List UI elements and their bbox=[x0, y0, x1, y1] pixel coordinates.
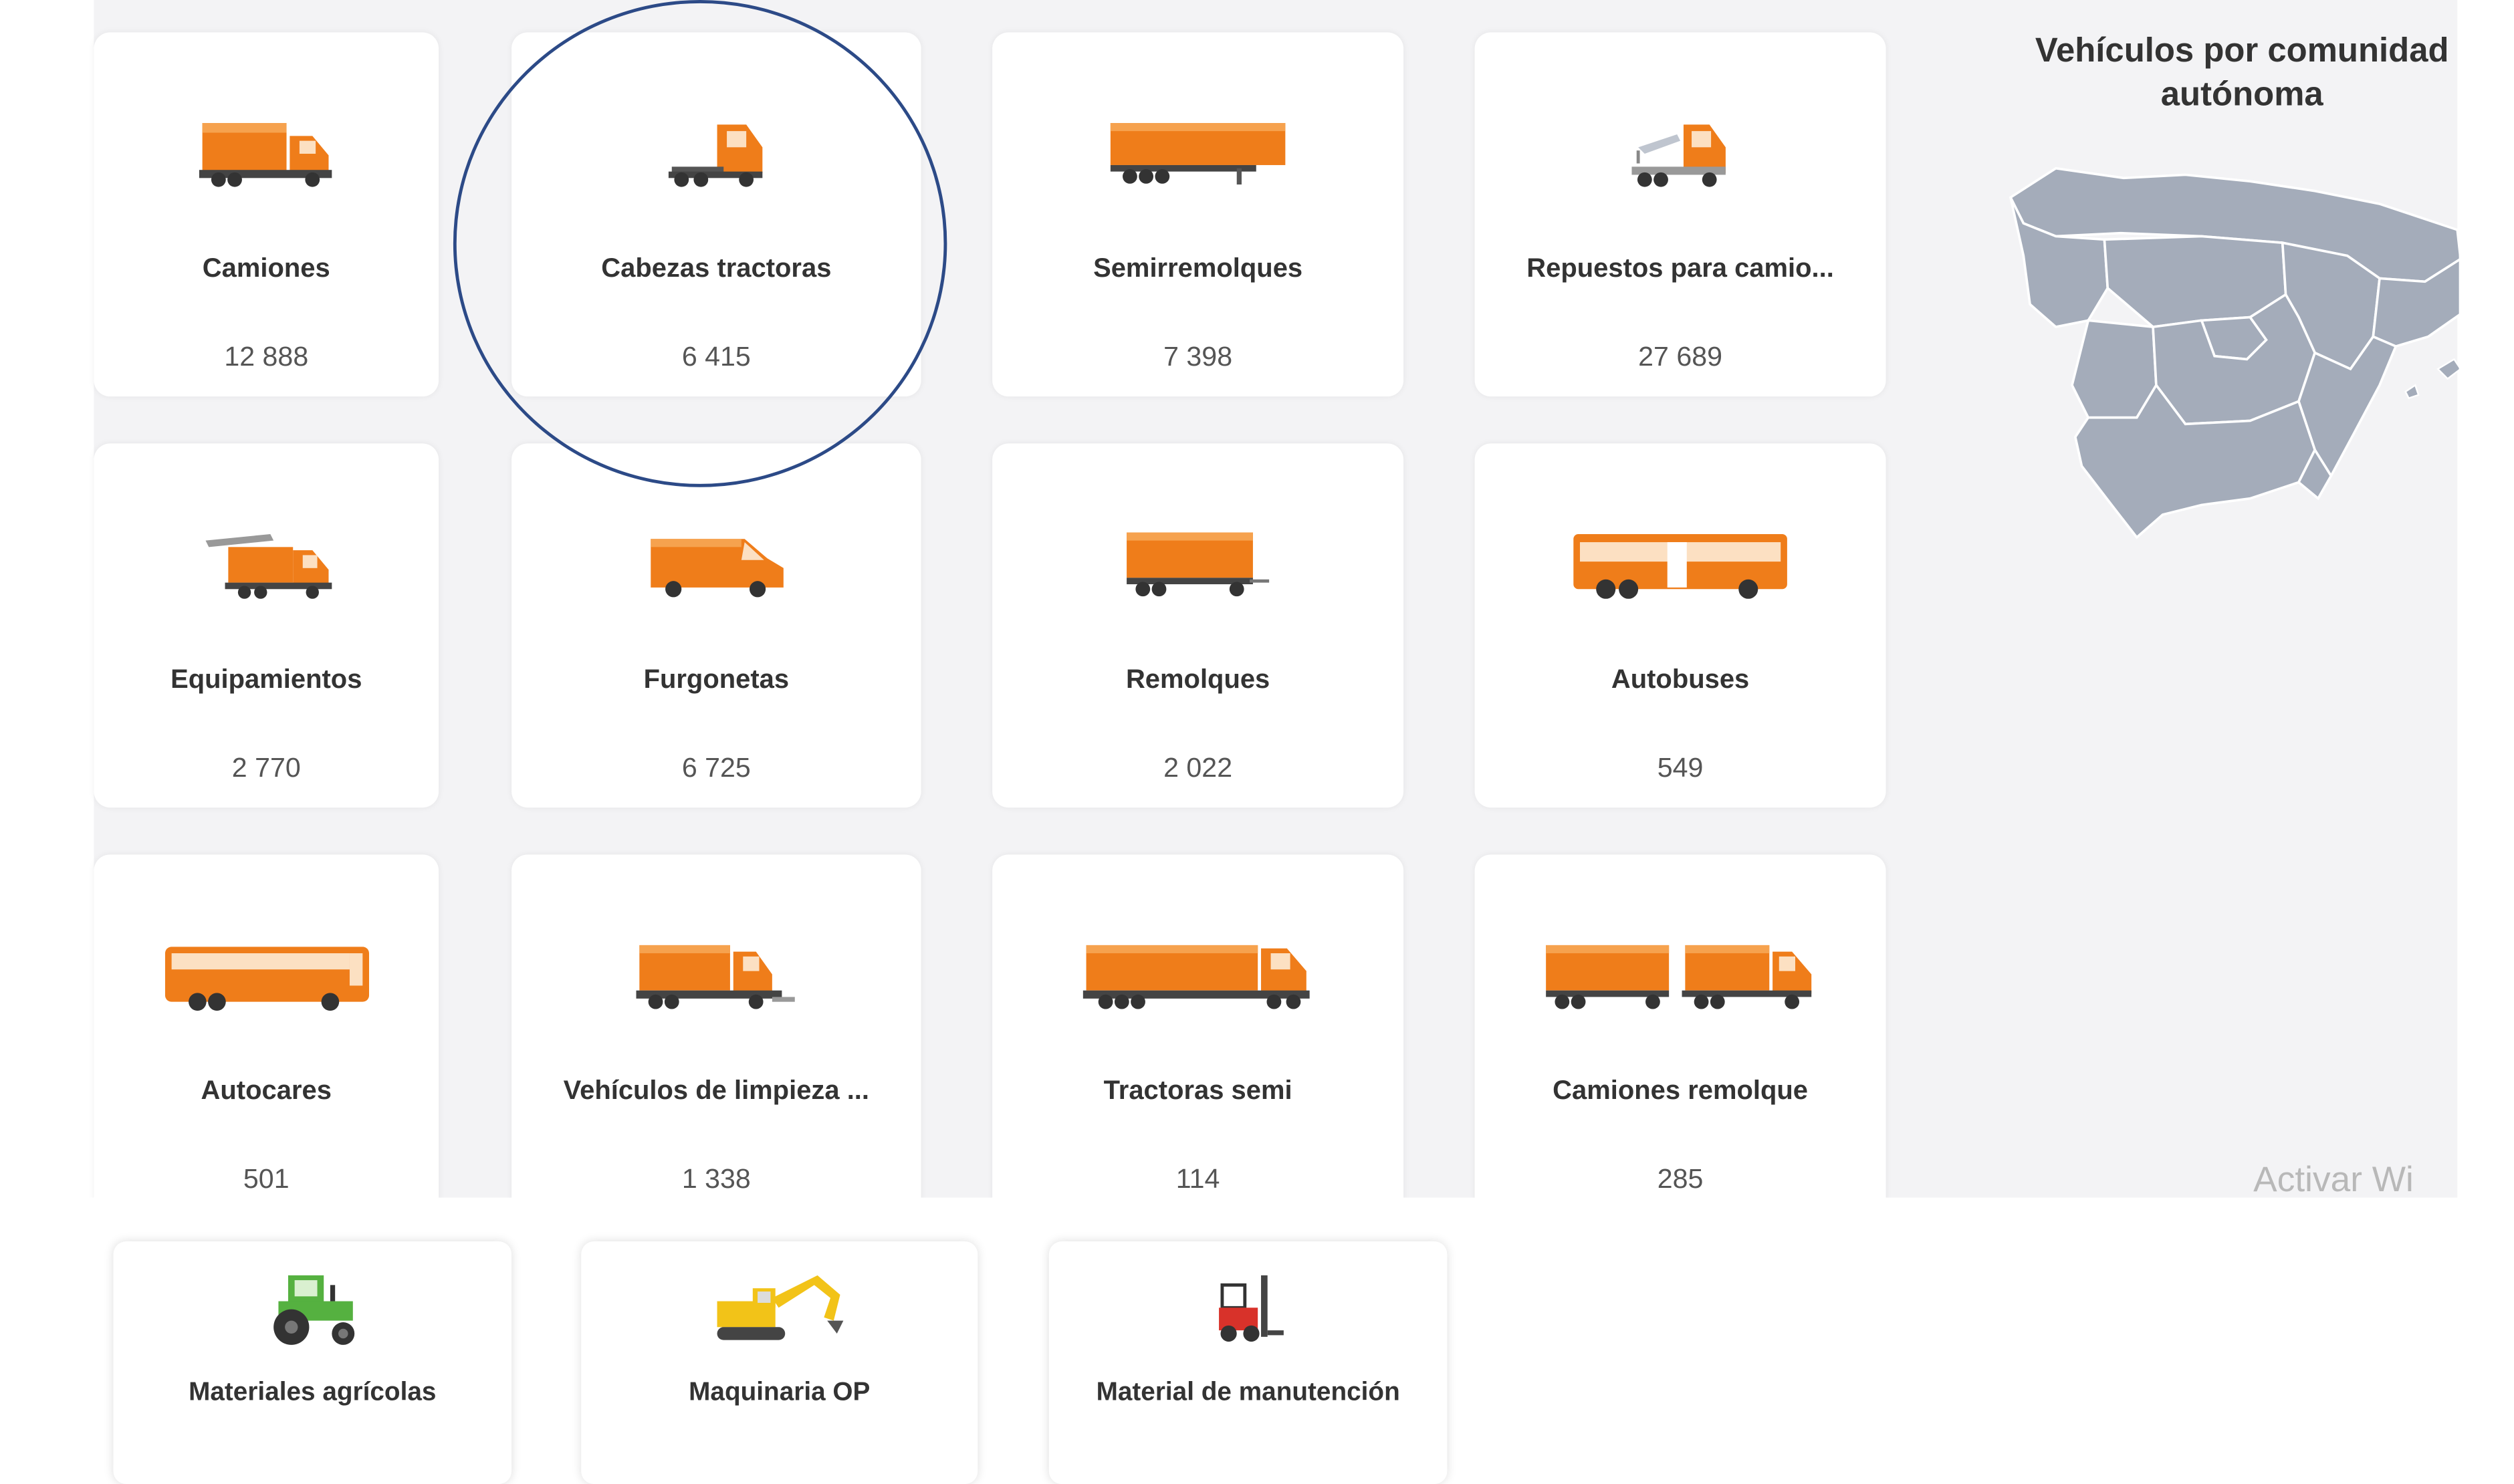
windows-activation-watermark: Activar Wi bbox=[2253, 1158, 2414, 1200]
category-label: Vehículos de limpieza ... bbox=[563, 1076, 870, 1106]
category-card-cabezas-tractoras[interactable]: Cabezas tractoras 6 415 bbox=[511, 32, 921, 397]
category-count: 549 bbox=[1657, 752, 1704, 783]
forklift-icon bbox=[1049, 1261, 1448, 1358]
van-icon bbox=[511, 508, 921, 621]
category-count: 27 689 bbox=[1638, 341, 1723, 372]
bus-icon bbox=[1475, 508, 1886, 621]
trailer-icon bbox=[992, 508, 1403, 621]
category-label: Cabezas tractoras bbox=[601, 254, 832, 283]
category-card-semirremolques[interactable]: Semirremolques 7 398 bbox=[992, 32, 1404, 397]
map-region-extremadura[interactable] bbox=[2071, 319, 2158, 419]
truck-icon bbox=[94, 97, 439, 210]
excavator-icon bbox=[581, 1261, 978, 1358]
category-label: Material de manutención bbox=[1096, 1378, 1400, 1406]
category-card-autocares[interactable]: Autocares 501 bbox=[94, 854, 439, 1219]
tractor-head-icon bbox=[511, 97, 921, 210]
category-label: Remolques bbox=[1125, 665, 1270, 695]
semitrailer-icon bbox=[992, 97, 1403, 210]
category-card-furgonetas[interactable]: Furgonetas 6 725 bbox=[511, 443, 921, 808]
spain-map bbox=[2007, 158, 2477, 547]
category-card-maquinaria-op[interactable]: Maquinaria OP bbox=[581, 1241, 978, 1484]
category-count: 2 770 bbox=[231, 752, 301, 783]
category-count: 6 725 bbox=[681, 752, 751, 783]
category-card-autobuses[interactable]: Autobuses 549 bbox=[1474, 443, 1886, 808]
tractor-icon bbox=[113, 1261, 511, 1358]
category-card-camiones[interactable]: Camiones 12 888 bbox=[94, 32, 439, 397]
category-label: Semirremolques bbox=[1093, 254, 1303, 283]
category-count: 12 888 bbox=[224, 341, 309, 372]
category-label: Repuestos para camio... bbox=[1526, 254, 1834, 283]
map-title: Vehículos por comunidad autónoma bbox=[1999, 29, 2485, 117]
tow-truck-icon bbox=[1475, 97, 1886, 210]
category-count: 285 bbox=[1657, 1163, 1704, 1195]
equipment-truck-icon bbox=[94, 508, 439, 621]
category-card-tractoras-semi[interactable]: Tractoras semi 114 bbox=[992, 854, 1404, 1219]
map-title-line-1: Vehículos por comunidad bbox=[2035, 32, 2449, 70]
category-count: 6 415 bbox=[681, 341, 751, 372]
truck-trailer-icon bbox=[1475, 919, 1886, 1032]
category-label: Furgonetas bbox=[643, 665, 790, 695]
category-card-camiones-remolque[interactable]: Camiones remolque 285 bbox=[1474, 854, 1886, 1219]
category-label: Tractoras semi bbox=[1103, 1076, 1292, 1106]
map-title-line-2: autónoma bbox=[2160, 76, 2323, 114]
category-card-equipamientos[interactable]: Equipamientos 2 770 bbox=[94, 443, 439, 808]
coach-icon bbox=[94, 919, 439, 1032]
category-label: Materiales agrícolas bbox=[189, 1378, 437, 1406]
category-count: 114 bbox=[1175, 1163, 1220, 1195]
category-label: Camiones bbox=[202, 254, 330, 283]
category-card-vehiculos-limpieza[interactable]: Vehículos de limpieza ... 1 338 bbox=[511, 854, 921, 1219]
category-label: Equipamientos bbox=[170, 665, 362, 695]
category-label: Autocares bbox=[201, 1076, 332, 1106]
category-card-materiales-agricolas[interactable]: Materiales agrícolas bbox=[113, 1241, 512, 1484]
truck-semitrailer-icon bbox=[992, 919, 1403, 1032]
category-card-repuestos[interactable]: Repuestos para camio... 27 689 bbox=[1474, 32, 1886, 397]
category-label: Camiones remolque bbox=[1553, 1076, 1809, 1106]
map-region-balearic[interactable] bbox=[2404, 358, 2462, 400]
category-count: 2 022 bbox=[1163, 752, 1233, 783]
category-count: 501 bbox=[243, 1163, 290, 1195]
category-count: 1 338 bbox=[681, 1163, 751, 1195]
category-label: Maquinaria OP bbox=[689, 1378, 871, 1406]
category-card-remolques[interactable]: Remolques 2 022 bbox=[992, 443, 1404, 808]
category-label: Autobuses bbox=[1611, 665, 1750, 695]
right-crop bbox=[2459, 0, 2514, 1457]
category-count: 7 398 bbox=[1163, 341, 1233, 372]
category-card-material-manutencion[interactable]: Material de manutención bbox=[1048, 1241, 1448, 1484]
cleaning-truck-icon bbox=[511, 919, 921, 1032]
